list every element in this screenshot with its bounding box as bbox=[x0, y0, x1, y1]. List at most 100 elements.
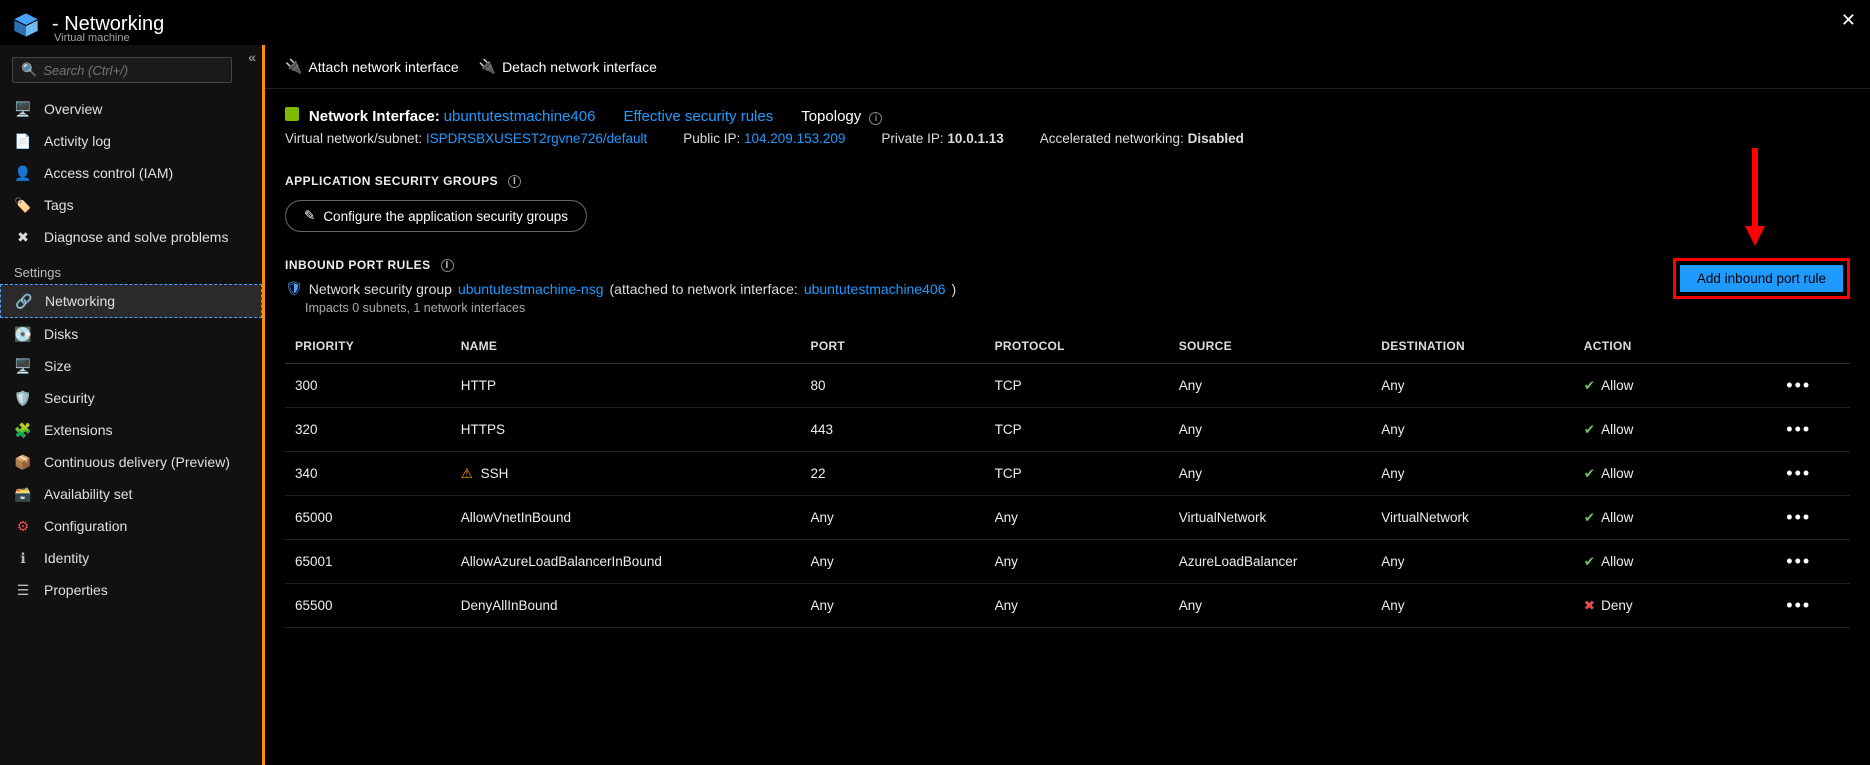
sidebar-item-diagnose[interactable]: ✖ Diagnose and solve problems bbox=[0, 221, 262, 253]
inbound-rules-table: PRIORITY NAME PORT PROTOCOL SOURCE DESTI… bbox=[285, 329, 1850, 628]
allow-icon: ✔ bbox=[1584, 554, 1595, 569]
col-protocol[interactable]: PROTOCOL bbox=[985, 329, 1169, 364]
size-icon: 🖥️ bbox=[14, 357, 32, 375]
more-icon[interactable]: ••• bbox=[1786, 419, 1811, 439]
nsg-nic-link[interactable]: ubuntutestmachine406 bbox=[804, 281, 946, 297]
cell-protocol: TCP bbox=[985, 408, 1169, 452]
col-port[interactable]: PORT bbox=[801, 329, 985, 364]
vnet-link[interactable]: ISPDRSBXUSEST2rgvne726/default bbox=[426, 131, 647, 146]
cell-action: ✔Allow bbox=[1574, 496, 1777, 540]
resource-type-label: Virtual machine bbox=[54, 32, 130, 44]
cell-name: ⚠ SSH bbox=[451, 452, 801, 496]
sidebar-item-size[interactable]: 🖥️ Size bbox=[0, 350, 262, 382]
sidebar-item-extensions[interactable]: 🧩 Extensions bbox=[0, 414, 262, 446]
col-name[interactable]: NAME bbox=[451, 329, 801, 364]
row-menu[interactable]: ••• bbox=[1776, 452, 1850, 496]
attach-nic-button[interactable]: 🔌 Attach network interface bbox=[285, 58, 459, 75]
configure-asg-button[interactable]: ✎ Configure the application security gro… bbox=[285, 200, 587, 232]
vnet-label: Virtual network/subnet: bbox=[285, 131, 422, 146]
cell-destination: Any bbox=[1371, 540, 1574, 584]
info-icon[interactable]: i bbox=[508, 175, 521, 188]
public-ip-group: Public IP: 104.209.153.209 bbox=[683, 131, 845, 146]
row-menu[interactable]: ••• bbox=[1776, 364, 1850, 408]
sidebar-item-networking[interactable]: 🔗 Networking bbox=[0, 284, 262, 318]
sidebar-item-configuration[interactable]: ⚙ Configuration bbox=[0, 510, 262, 542]
sidebar-item-access-control[interactable]: 👤 Access control (IAM) bbox=[0, 157, 262, 189]
deny-icon: ✖ bbox=[1584, 598, 1595, 613]
nic-label: Network Interface: bbox=[309, 108, 440, 125]
sidebar-item-security[interactable]: 🛡️ Security bbox=[0, 382, 262, 414]
cell-port: 443 bbox=[801, 408, 985, 452]
cell-protocol: Any bbox=[985, 540, 1169, 584]
cell-action: ✔Allow bbox=[1574, 452, 1777, 496]
col-source[interactable]: SOURCE bbox=[1169, 329, 1372, 364]
sidebar-item-activity-log[interactable]: 📄 Activity log bbox=[0, 125, 262, 157]
nic-name-link[interactable]: ubuntutestmachine406 bbox=[444, 108, 596, 125]
private-ip-label: Private IP: bbox=[881, 131, 943, 146]
table-row[interactable]: 340⚠ SSH22TCPAnyAny✔Allow••• bbox=[285, 452, 1850, 496]
disk-icon: 💽 bbox=[14, 325, 32, 343]
topology-link[interactable]: Topology i bbox=[801, 108, 882, 125]
row-menu[interactable]: ••• bbox=[1776, 408, 1850, 452]
nsg-suffix: ) bbox=[952, 281, 957, 297]
public-ip-link[interactable]: 104.209.153.209 bbox=[744, 131, 845, 146]
sidebar-item-overview[interactable]: 🖥️ Overview bbox=[0, 93, 262, 125]
table-row[interactable]: 300 HTTP80TCPAnyAny✔Allow••• bbox=[285, 364, 1850, 408]
col-destination[interactable]: DESTINATION bbox=[1371, 329, 1574, 364]
col-action[interactable]: ACTION bbox=[1574, 329, 1777, 364]
nsg-link[interactable]: ubuntutestmachine-nsg bbox=[458, 281, 604, 297]
warning-icon: ⚠ bbox=[461, 466, 473, 481]
more-icon[interactable]: ••• bbox=[1786, 375, 1811, 395]
sidebar-item-tags[interactable]: 🏷️ Tags bbox=[0, 189, 262, 221]
detach-nic-button[interactable]: 🔌 Detach network interface bbox=[479, 58, 657, 75]
table-row[interactable]: 65001 AllowAzureLoadBalancerInBoundAnyAn… bbox=[285, 540, 1850, 584]
more-icon[interactable]: ••• bbox=[1786, 551, 1811, 571]
row-menu[interactable]: ••• bbox=[1776, 496, 1850, 540]
tag-icon: 🏷️ bbox=[14, 196, 32, 214]
table-row[interactable]: 320 HTTPS443TCPAnyAny✔Allow••• bbox=[285, 408, 1850, 452]
more-icon[interactable]: ••• bbox=[1786, 507, 1811, 527]
sidebar-item-continuous-delivery[interactable]: 📦 Continuous delivery (Preview) bbox=[0, 446, 262, 478]
effective-rules-link[interactable]: Effective security rules bbox=[623, 108, 773, 125]
nic-status-icon bbox=[285, 107, 299, 121]
shield-icon: 🛡️ bbox=[14, 389, 32, 407]
pencil-icon: ✎ bbox=[304, 208, 315, 224]
sidebar-item-properties[interactable]: ☰ Properties bbox=[0, 574, 262, 606]
detach-label: Detach network interface bbox=[502, 59, 657, 75]
nic-summary-line1: Network Interface: ubuntutestmachine406 … bbox=[285, 107, 1850, 125]
row-menu[interactable]: ••• bbox=[1776, 540, 1850, 584]
close-icon[interactable]: ✕ bbox=[1841, 10, 1856, 31]
more-icon[interactable]: ••• bbox=[1786, 463, 1811, 483]
cell-source: Any bbox=[1169, 364, 1372, 408]
nic-label-group: Network Interface: ubuntutestmachine406 bbox=[285, 107, 595, 125]
sidebar-item-label: Diagnose and solve problems bbox=[44, 229, 228, 245]
search-input[interactable] bbox=[43, 63, 223, 78]
info-icon[interactable]: i bbox=[441, 259, 454, 272]
info-icon[interactable]: i bbox=[869, 112, 882, 125]
cell-port: 22 bbox=[801, 452, 985, 496]
sidebar-item-disks[interactable]: 💽 Disks bbox=[0, 318, 262, 350]
add-inbound-label: Add inbound port rule bbox=[1697, 271, 1826, 286]
accel-group: Accelerated networking: Disabled bbox=[1040, 131, 1244, 146]
sidebar-item-availability-set[interactable]: 🗃️ Availability set bbox=[0, 478, 262, 510]
row-menu[interactable]: ••• bbox=[1776, 584, 1850, 628]
col-priority[interactable]: PRIORITY bbox=[285, 329, 451, 364]
configure-asg-label: Configure the application security group… bbox=[323, 209, 568, 224]
add-inbound-rule-button[interactable]: Add inbound port rule bbox=[1680, 265, 1843, 292]
col-menu bbox=[1776, 329, 1850, 364]
table-row[interactable]: 65500 DenyAllInBoundAnyAnyAnyAny✖Deny••• bbox=[285, 584, 1850, 628]
sidebar-item-identity[interactable]: ℹ Identity bbox=[0, 542, 262, 574]
cell-action: ✖Deny bbox=[1574, 584, 1777, 628]
cell-priority: 340 bbox=[285, 452, 451, 496]
attach-icon: 🔌 bbox=[285, 58, 302, 75]
cell-source: AzureLoadBalancer bbox=[1169, 540, 1372, 584]
cell-source: VirtualNetwork bbox=[1169, 496, 1372, 540]
collapse-sidebar-icon[interactable]: « bbox=[248, 49, 256, 65]
config-icon: ⚙ bbox=[14, 517, 32, 535]
sidebar-search[interactable]: 🔍 bbox=[12, 57, 232, 83]
cell-destination: Any bbox=[1371, 584, 1574, 628]
more-icon[interactable]: ••• bbox=[1786, 595, 1811, 615]
sidebar-item-label: Extensions bbox=[44, 422, 112, 438]
table-row[interactable]: 65000 AllowVnetInBoundAnyAnyVirtualNetwo… bbox=[285, 496, 1850, 540]
sidebar-item-label: Properties bbox=[44, 582, 108, 598]
